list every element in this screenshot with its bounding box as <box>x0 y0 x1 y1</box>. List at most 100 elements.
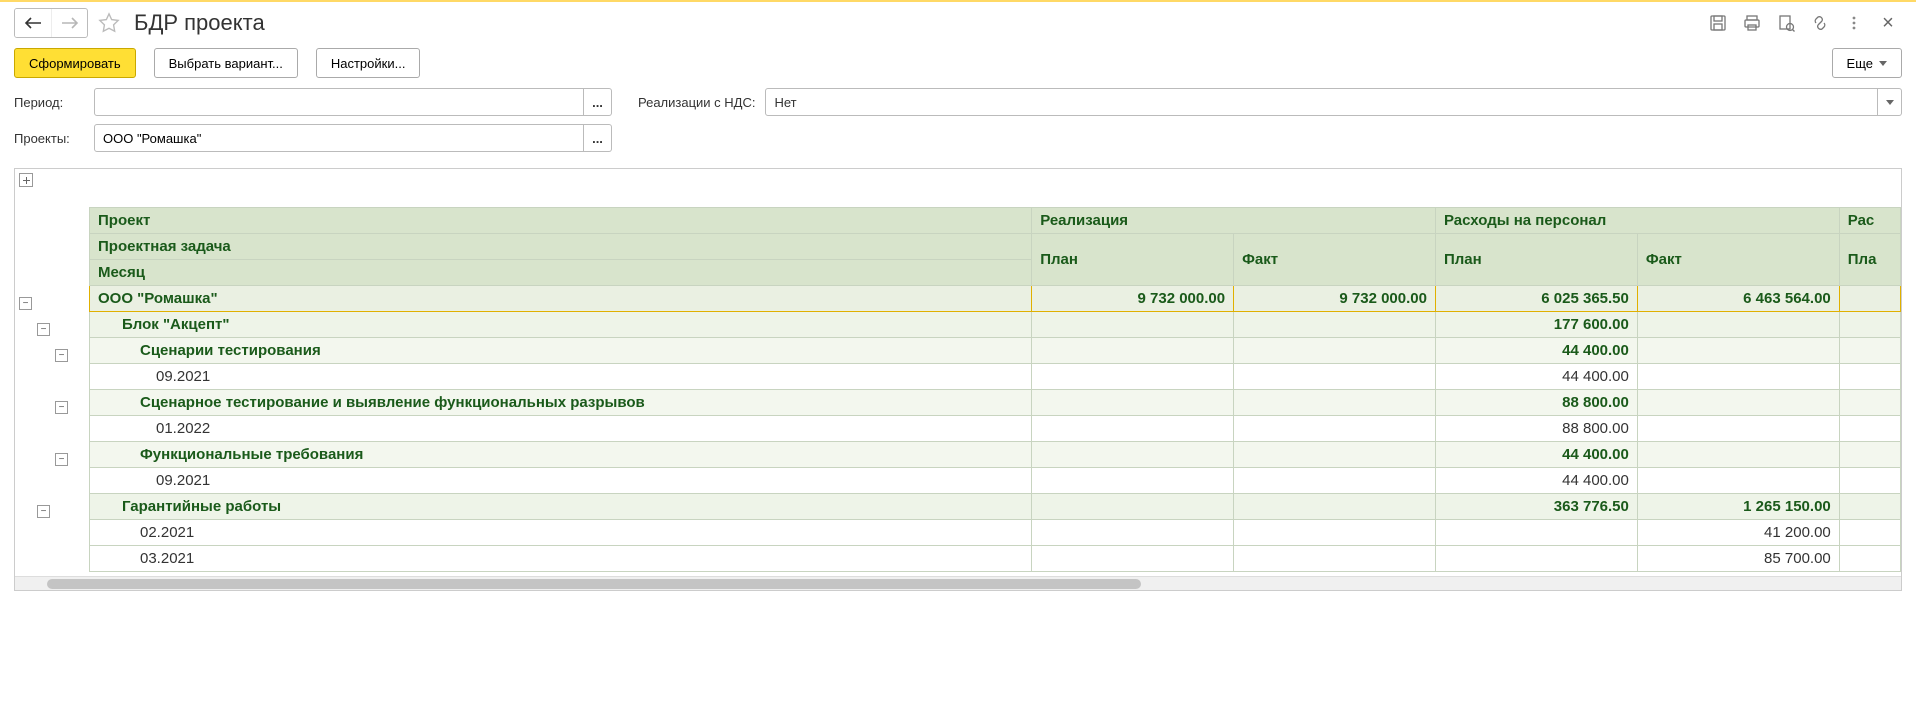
col-o-plan: Пла <box>1839 234 1900 286</box>
cell-value <box>1032 390 1234 416</box>
col-p-plan: План <box>1435 234 1637 286</box>
cell-value <box>1839 286 1900 312</box>
page-title: БДР проекта <box>134 10 265 36</box>
cell-value <box>1839 390 1900 416</box>
col-task: Проектная задача <box>90 234 1032 260</box>
cell-value <box>1234 468 1436 494</box>
col-p-fact: Факт <box>1637 234 1839 286</box>
cell-value <box>1234 416 1436 442</box>
row-label: ООО "Ромашка" <box>90 286 1032 312</box>
favorite-star-icon[interactable] <box>94 9 124 37</box>
tree-toggle[interactable]: − <box>37 323 50 336</box>
cell-value: 6 025 365.50 <box>1435 286 1637 312</box>
cell-value: 44 400.00 <box>1435 364 1637 390</box>
chevron-down-icon <box>1886 100 1894 105</box>
cell-value: 363 776.50 <box>1435 494 1637 520</box>
cell-value: 1 265 150.00 <box>1637 494 1839 520</box>
table-row[interactable]: Сценарное тестирование и выявление функц… <box>90 390 1901 416</box>
cell-value <box>1234 494 1436 520</box>
cell-value <box>1637 468 1839 494</box>
more-button-label: Еще <box>1847 56 1873 71</box>
table-row[interactable]: Блок "Акцепт"177 600.00 <box>90 312 1901 338</box>
cell-value <box>1234 312 1436 338</box>
cell-value: 41 200.00 <box>1637 520 1839 546</box>
cell-value <box>1032 338 1234 364</box>
cell-value <box>1839 416 1900 442</box>
cell-value <box>1032 520 1234 546</box>
table-row[interactable]: 03.2021 85 700.00 <box>90 546 1901 572</box>
expand-all-toggle[interactable] <box>19 173 33 187</box>
cell-value <box>1839 364 1900 390</box>
table-row[interactable]: Сценарии тестирования44 400.00 <box>90 338 1901 364</box>
projects-picker-button[interactable]: ... <box>584 124 612 152</box>
tree-toggle[interactable]: − <box>37 505 50 518</box>
tree-toggle[interactable]: − <box>55 401 68 414</box>
cell-value <box>1637 416 1839 442</box>
cell-value <box>1435 546 1637 572</box>
period-input[interactable] <box>94 88 584 116</box>
row-label: 02.2021 <box>90 520 1032 546</box>
cell-value <box>1839 520 1900 546</box>
col-r-plan: План <box>1032 234 1234 286</box>
cell-value <box>1839 442 1900 468</box>
back-button[interactable] <box>15 9 51 37</box>
more-vertical-icon[interactable] <box>1840 9 1868 37</box>
cell-value <box>1032 468 1234 494</box>
row-label: Гарантийные работы <box>90 494 1032 520</box>
nds-select-arrow[interactable] <box>1878 88 1902 116</box>
print-icon[interactable] <box>1738 9 1766 37</box>
projects-input[interactable] <box>94 124 584 152</box>
cell-value <box>1234 364 1436 390</box>
tree-toggle[interactable]: − <box>19 297 32 310</box>
col-realization: Реализация <box>1032 208 1436 234</box>
period-picker-button[interactable]: ... <box>584 88 612 116</box>
cell-value <box>1839 468 1900 494</box>
col-other: Рас <box>1839 208 1900 234</box>
cell-value: 9 732 000.00 <box>1032 286 1234 312</box>
cell-value: 44 400.00 <box>1435 442 1637 468</box>
report-table: Проект Реализация Расходы на персонал Ра… <box>89 207 1901 572</box>
cell-value <box>1839 338 1900 364</box>
table-row[interactable]: Функциональные требования44 400.00 <box>90 442 1901 468</box>
row-label: Сценарное тестирование и выявление функц… <box>90 390 1032 416</box>
row-label: 09.2021 <box>90 364 1032 390</box>
close-icon[interactable]: × <box>1874 9 1902 37</box>
cell-value <box>1839 546 1900 572</box>
tree-toggle[interactable]: − <box>55 453 68 466</box>
tree-toggle[interactable]: − <box>55 349 68 362</box>
settings-button[interactable]: Настройки... <box>316 48 421 78</box>
row-label: 01.2022 <box>90 416 1032 442</box>
preview-icon[interactable] <box>1772 9 1800 37</box>
save-icon[interactable] <box>1704 9 1732 37</box>
col-month: Месяц <box>90 260 1032 286</box>
row-label: 09.2021 <box>90 468 1032 494</box>
cell-value <box>1032 416 1234 442</box>
cell-value: 88 800.00 <box>1435 390 1637 416</box>
table-row[interactable]: ООО "Ромашка"9 732 000.009 732 000.006 0… <box>90 286 1901 312</box>
cell-value <box>1234 442 1436 468</box>
table-row[interactable]: 02.2021 41 200.00 <box>90 520 1901 546</box>
table-row[interactable]: 01.2022 88 800.00 <box>90 416 1901 442</box>
cell-value <box>1234 390 1436 416</box>
more-button[interactable]: Еще <box>1832 48 1902 78</box>
cell-value <box>1435 520 1637 546</box>
cell-value <box>1637 390 1839 416</box>
cell-value: 85 700.00 <box>1637 546 1839 572</box>
horizontal-scrollbar[interactable] <box>15 576 1901 590</box>
cell-value: 88 800.00 <box>1435 416 1637 442</box>
row-label: Сценарии тестирования <box>90 338 1032 364</box>
choose-variant-button[interactable]: Выбрать вариант... <box>154 48 298 78</box>
col-r-fact: Факт <box>1234 234 1436 286</box>
nds-select[interactable]: Нет <box>765 88 1878 116</box>
table-row[interactable]: 09.2021 44 400.00 <box>90 364 1901 390</box>
cell-value <box>1234 546 1436 572</box>
link-icon[interactable] <box>1806 9 1834 37</box>
table-row[interactable]: 09.2021 44 400.00 <box>90 468 1901 494</box>
form-report-button[interactable]: Сформировать <box>14 48 136 78</box>
cell-value <box>1637 312 1839 338</box>
row-label: 03.2021 <box>90 546 1032 572</box>
forward-button <box>51 9 87 37</box>
cell-value <box>1637 364 1839 390</box>
table-row[interactable]: Гарантийные работы 363 776.501 265 150.00 <box>90 494 1901 520</box>
cell-value: 44 400.00 <box>1435 468 1637 494</box>
